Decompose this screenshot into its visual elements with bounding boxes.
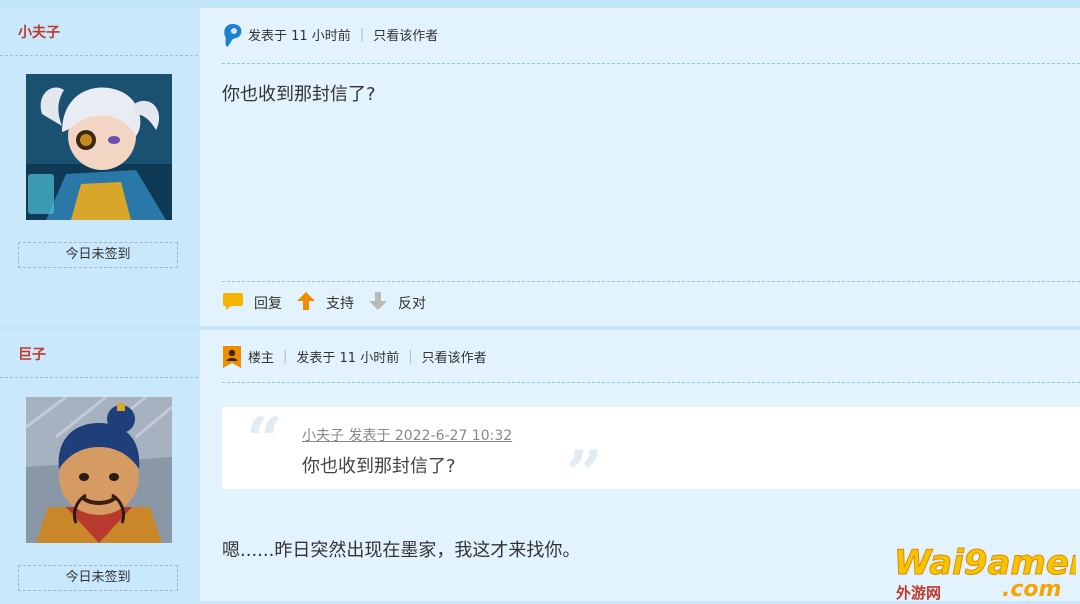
up-arrow-icon [296, 291, 326, 315]
reply-label: 回复 [254, 296, 282, 312]
post-time: 发表于 11 小时前 [248, 28, 351, 44]
post-1: 小夫子 今日未签到 发表于 11 小时前 | 只看该作者 你也收到那封信了? 回… [0, 8, 1080, 328]
only-author-link[interactable]: 只看该作者 [422, 347, 487, 366]
divider [0, 377, 198, 378]
post-body: 嗯......昨日突然出现在墨家，我这才来找你。 [222, 540, 581, 561]
speech-bubble-icon [222, 291, 254, 315]
oppose-label: 反对 [398, 296, 426, 312]
oppose-button[interactable]: 反对 [368, 291, 426, 315]
post-body: 你也收到那封信了? [222, 84, 376, 105]
site-watermark-logo: Wai9amer .com 外游网 [890, 540, 1080, 603]
svg-text:.com: .com [1002, 577, 1061, 600]
support-button[interactable]: 支持 [296, 291, 354, 315]
post-content: 发表于 11 小时前 | 只看该作者 你也收到那封信了? 回复 支持 反对 [200, 8, 1080, 328]
top-strip [0, 0, 1080, 8]
divider [222, 382, 1080, 383]
avatar[interactable] [26, 397, 172, 543]
quote-block: “ ” 小夫子 发表于 2022-6-27 10:32 你也收到那封信了? [222, 403, 1080, 507]
checkin-status[interactable]: 今日未签到 [18, 242, 178, 268]
reply-button[interactable]: 回复 [222, 291, 282, 315]
meta-separator: | [408, 348, 413, 364]
post-author-sidebar: 小夫子 今日未签到 [0, 8, 198, 328]
divider [222, 281, 1080, 282]
post-meta: 发表于 11 小时前 | 只看该作者 [222, 22, 438, 47]
post-actions: 回复 支持 反对 [222, 291, 440, 315]
meta-separator: | [359, 26, 365, 42]
quote-source-link[interactable]: 小夫子 发表于 2022-6-27 10:32 [302, 425, 512, 445]
close-quote-icon: ” [566, 437, 603, 512]
owner-badge-label: 楼主 [248, 350, 275, 366]
only-author-link[interactable]: 只看该作者 [373, 25, 438, 44]
username[interactable]: 小夫子 [18, 22, 60, 42]
username[interactable]: 巨子 [18, 344, 46, 364]
post-author-sidebar: 巨子 今日未签到 [0, 330, 198, 601]
divider [0, 55, 198, 56]
owner-badge-icon [222, 345, 244, 368]
avatar[interactable] [26, 74, 172, 220]
hero-avatar-icon [222, 23, 244, 47]
checkin-status[interactable]: 今日未签到 [18, 565, 178, 591]
quote-text: 你也收到那封信了? [302, 456, 456, 477]
support-label: 支持 [326, 296, 354, 312]
meta-separator: | [283, 348, 288, 364]
open-quote-icon: “ [246, 403, 283, 478]
post-meta: 楼主 | 发表于 11 小时前 | 只看该作者 [222, 344, 487, 368]
down-arrow-icon [368, 291, 398, 315]
svg-text:外游网: 外游网 [895, 584, 941, 600]
post-time: 发表于 11 小时前 [296, 350, 400, 366]
divider [222, 63, 1080, 64]
